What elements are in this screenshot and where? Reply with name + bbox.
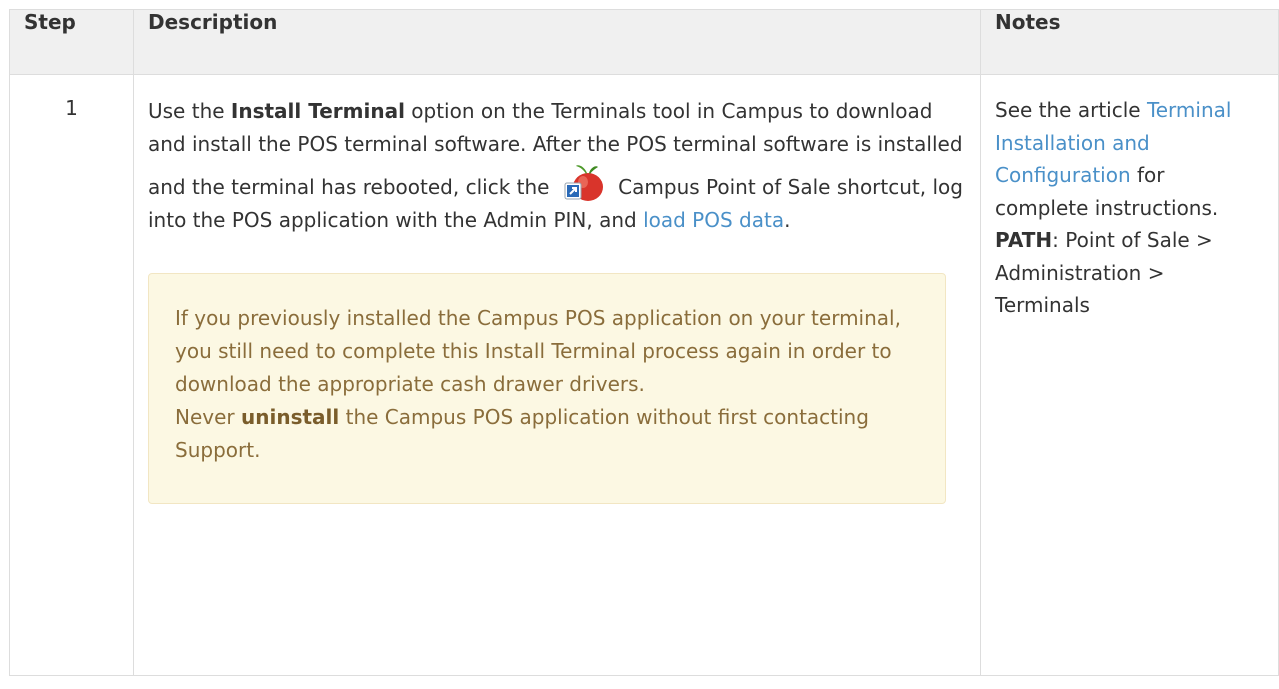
header-notes: Notes (980, 9, 1279, 75)
callout-text-2: Never uninstall the Campus POS applicati… (175, 401, 919, 467)
step-number: 1 (9, 74, 134, 676)
table-row: 1 Use the Install Terminal option on the… (9, 74, 1279, 676)
content-wrapper: Step Description Notes 1 Use the Install… (9, 9, 1279, 676)
table-header-row: Step Description Notes (9, 9, 1279, 75)
path-label: PATH (995, 228, 1053, 252)
desc-text-1: Use the (148, 99, 231, 123)
warning-callout: If you previously installed the Campus P… (148, 272, 946, 504)
callout-uninstall: uninstall (241, 404, 340, 429)
header-description: Description (133, 9, 981, 75)
callout-text-1: If you previously installed the Campus P… (175, 305, 901, 396)
callout-never: Never (175, 404, 241, 429)
install-terminal-label: Install Terminal (230, 99, 405, 123)
header-step: Step (9, 9, 134, 75)
step-notes: See the article Terminal Installation an… (980, 74, 1279, 676)
load-pos-data-link[interactable]: load POS data (643, 208, 784, 232)
notes-pre: See the article (995, 98, 1147, 122)
desc-text-4: . (784, 208, 791, 232)
campus-pos-apple-shortcut-icon (562, 160, 606, 204)
step-description: Use the Install Terminal option on the T… (133, 74, 981, 676)
steps-table: Step Description Notes 1 Use the Install… (9, 9, 1279, 676)
description-paragraph: Use the Install Terminal option on the T… (148, 95, 966, 237)
